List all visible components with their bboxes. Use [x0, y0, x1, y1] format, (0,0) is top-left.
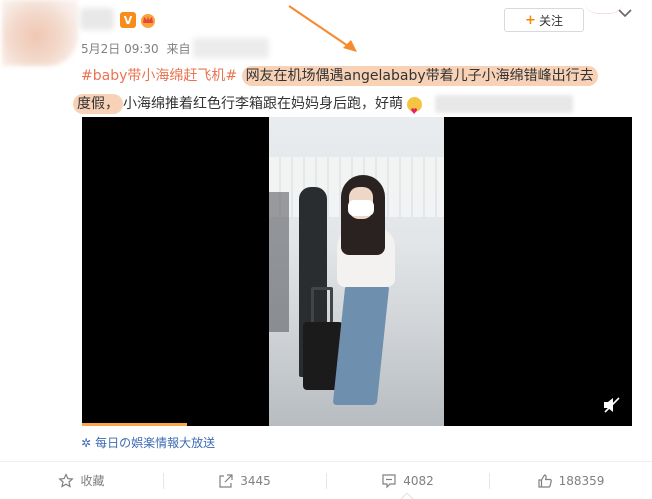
caret-up-icon [401, 493, 413, 499]
username-blurred[interactable] [80, 8, 114, 30]
post-text: #baby带小海绵赶飞机# 网友在机场偶遇angelababy带着儿子小海绵错峰… [73, 62, 641, 126]
post-meta: 5月2日 09:30 来自 [81, 40, 195, 57]
source-prefix: 来自 [166, 42, 191, 56]
video-frame [269, 117, 444, 426]
source-blurred [193, 38, 269, 58]
heart-eyes-emoji-icon [407, 96, 423, 126]
comment-count: 4082 [403, 473, 434, 488]
share-button[interactable]: 3445 [163, 462, 326, 499]
like-count: 188359 [558, 473, 605, 488]
vip-crown-icon [141, 14, 155, 28]
post-text-rest: 小海绵推着红色行李箱跟在妈妈身后跑，好萌 [123, 96, 403, 112]
follow-label: 关注 [538, 13, 563, 28]
background-people [269, 192, 289, 332]
mute-icon[interactable] [602, 396, 622, 414]
annotation-arrow-icon [288, 5, 357, 52]
video-progress-bar[interactable] [82, 423, 187, 426]
highlighted-text-line2: 度假， [73, 94, 123, 114]
comment-icon [382, 473, 396, 488]
favorite-label: 收藏 [80, 474, 105, 488]
share-icon [219, 473, 233, 488]
verified-badge-icon: V [120, 12, 136, 28]
action-bar: 收藏 3445 4082 188359 [0, 462, 652, 499]
like-button[interactable]: 188359 [489, 462, 652, 499]
topic-link[interactable]: #baby带小海绵赶飞机# [81, 68, 237, 84]
suitcase-handle [311, 287, 333, 323]
channel-name: 每日の娯楽情報大放送 [95, 436, 216, 450]
woman-jeans [332, 285, 390, 405]
favorite-button[interactable]: 收藏 [0, 462, 163, 499]
follow-button[interactable]: + 关注 [504, 8, 584, 32]
mention-blurred [434, 95, 573, 113]
post-date[interactable]: 5月2日 09:30 [81, 42, 159, 56]
sparkle-icon: ✲ [81, 435, 92, 450]
plus-icon: + [525, 12, 536, 28]
highlighted-text-line1: 网友在机场偶遇angelababy带着儿子小海绵错峰出行去 [241, 66, 598, 86]
like-icon [537, 473, 552, 488]
share-count: 3445 [240, 473, 271, 488]
avatar[interactable] [2, 0, 78, 66]
face-mask [348, 200, 374, 216]
video-player[interactable] [82, 117, 632, 426]
video-channel[interactable]: ✲ 每日の娯楽情報大放送 [81, 434, 215, 451]
chevron-down-icon[interactable] [615, 6, 635, 20]
star-icon [58, 472, 75, 488]
